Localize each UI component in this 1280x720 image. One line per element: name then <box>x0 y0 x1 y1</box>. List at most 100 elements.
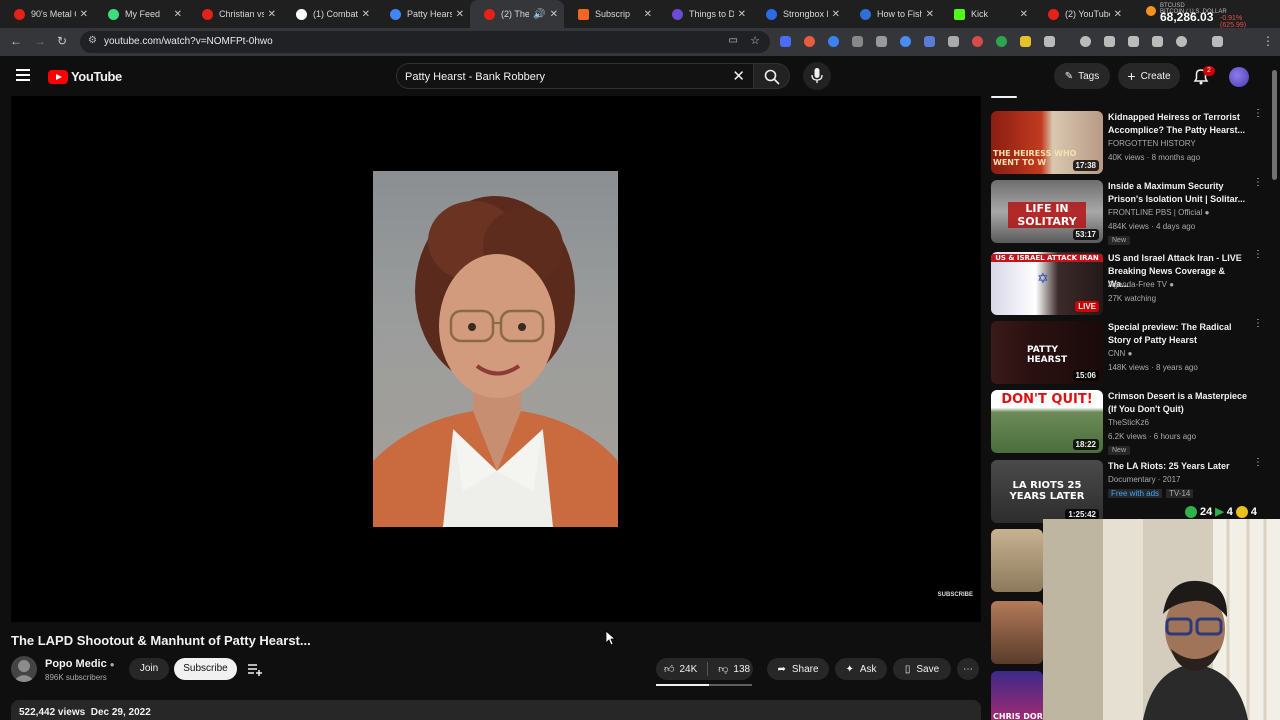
video-thumbnail[interactable]: CHRIS DOR <box>991 671 1043 720</box>
channel-name[interactable]: CNN ● <box>1108 349 1132 358</box>
recommendation-item[interactable]: THE HEIRESS WHO WENT TO W 17:38 Kidnappe… <box>991 109 1271 177</box>
url-text[interactable]: youtube.com/watch?v=NOMFPt-0hwo <box>104 36 273 47</box>
video-title[interactable]: Special preview: The Radical Story of Pa… <box>1108 321 1248 347</box>
close-tab-icon[interactable]: ✕ <box>362 9 370 20</box>
close-tab-icon[interactable]: ✕ <box>80 9 88 20</box>
share-button[interactable]: ➦ Share <box>767 658 829 680</box>
page-scrollbar-thumb[interactable] <box>1272 70 1277 180</box>
video-thumbnail[interactable]: LA RIOTS 25 YEARS LATER 1:25:42 <box>991 460 1103 523</box>
extension-icon[interactable] <box>852 36 863 47</box>
recommendation-item[interactable]: PATTY HEARST 15:06 Special preview: The … <box>991 319 1271 387</box>
search-icon[interactable] <box>1176 36 1187 47</box>
browser-tab[interactable]: My Feed ✕ <box>94 0 188 28</box>
hamburger-menu-icon[interactable] <box>16 69 30 81</box>
bookmark-star-icon[interactable]: ☆ <box>750 34 760 47</box>
browser-tab[interactable]: Things to Do ✕ <box>658 0 752 28</box>
search-query[interactable]: Patty Hearst - Bank Robbery <box>405 71 545 83</box>
browser-tab[interactable]: Patty Hearst ✕ <box>376 0 470 28</box>
browser-tab[interactable]: Kick ✕ <box>940 0 1034 28</box>
video-title[interactable]: Crimson Desert is a Masterpiece (If You … <box>1108 390 1248 416</box>
speaker-icon[interactable]: 🔊 <box>533 9 545 20</box>
dislike-button[interactable]: 👎︎ 138 <box>718 663 750 676</box>
channel-name[interactable]: FRONTLINE PBS | Official ● <box>1108 208 1209 217</box>
channel-name-text[interactable]: Popo Medic <box>45 658 107 670</box>
voice-search-button[interactable] <box>803 62 831 90</box>
extension-icon[interactable] <box>924 36 935 47</box>
more-options-icon[interactable]: ⋮ <box>1253 319 1263 329</box>
browser-tab[interactable]: Subscrip ✕ <box>564 0 658 28</box>
extension-icon[interactable] <box>948 36 959 47</box>
search-input[interactable]: Patty Hearst - Bank Robbery ✕ <box>396 63 754 89</box>
like-button[interactable]: 👍︎ 24K <box>664 663 697 676</box>
channel-avatar[interactable] <box>11 656 37 682</box>
recommendation-item[interactable]: DON'T QUIT! 18:22 Crimson Desert is a Ma… <box>991 390 1271 456</box>
close-tab-icon[interactable]: ✕ <box>1114 9 1122 20</box>
extension-icon[interactable] <box>828 36 839 47</box>
download-icon[interactable] <box>1152 36 1163 47</box>
close-tab-icon[interactable]: ✕ <box>456 9 464 20</box>
forward-icon[interactable]: → <box>34 34 46 48</box>
address-bar[interactable]: ⚙ youtube.com/watch?v=NOMFPt-0hwo ▭ ☆ <box>80 31 770 53</box>
video-description-box[interactable]: 522,442 views Dec 29, 2022 <box>11 700 981 720</box>
video-thumbnail[interactable]: THE HEIRESS WHO WENT TO W 17:38 <box>991 111 1103 174</box>
video-thumbnail[interactable]: LIFE IN SOLITARY 53:17 <box>991 180 1103 243</box>
video-thumbnail[interactable]: DON'T QUIT! 18:22 <box>991 390 1103 453</box>
close-tab-icon[interactable]: ✕ <box>1020 9 1028 20</box>
extension-icon[interactable] <box>804 36 815 47</box>
reload-icon[interactable]: ↻ <box>57 34 67 48</box>
close-tab-icon[interactable]: ✕ <box>644 9 652 20</box>
join-button[interactable]: Join <box>129 658 169 680</box>
channel-name[interactable]: Agenda-Free TV ● <box>1108 280 1174 289</box>
profile-icon[interactable] <box>1212 36 1223 47</box>
recommendation-item[interactable]: US & ISRAEL ATTACK IRAN ✡ LIVE US and Is… <box>991 250 1271 318</box>
browser-tab[interactable]: (2) YouTube ✕ <box>1034 0 1128 28</box>
search-button[interactable] <box>754 63 790 89</box>
subscribe-button[interactable]: Subscribe <box>174 658 237 680</box>
browser-tab[interactable]: How to Fish ✕ <box>846 0 940 28</box>
tags-button[interactable]: ✎ Tags <box>1054 63 1110 89</box>
extensions-puzzle-icon[interactable] <box>1044 36 1055 47</box>
site-info-icon[interactable]: ⚙ <box>88 35 97 46</box>
video-thumbnail[interactable]: US & ISRAEL ATTACK IRAN ✡ LIVE <box>991 252 1103 315</box>
browser-tab-active[interactable]: (2) The L🔊 ✕ <box>470 0 564 28</box>
more-options-icon[interactable]: ⋮ <box>1253 458 1263 468</box>
channel-name[interactable]: TheSticKz6 <box>1108 418 1149 427</box>
recommendation-item[interactable]: LIFE IN SOLITARY 53:17 Inside a Maximum … <box>991 178 1271 246</box>
add-to-playlist-icon[interactable] <box>247 661 263 677</box>
extension-icon[interactable] <box>996 36 1007 47</box>
extension-icon[interactable] <box>876 36 887 47</box>
channel-name[interactable]: Popo Medic ● <box>45 658 115 670</box>
devtools-icon[interactable] <box>1128 36 1139 47</box>
more-actions-button[interactable]: ⋯ <box>957 658 979 680</box>
youtube-logo[interactable]: YouTube <box>48 69 122 84</box>
clear-search-icon[interactable]: ✕ <box>732 67 745 85</box>
video-thumbnail[interactable]: PATTY HEARST 15:06 <box>991 321 1103 384</box>
extension-icon[interactable] <box>780 36 791 47</box>
browser-tab[interactable]: (1) Combat A ✕ <box>282 0 376 28</box>
browser-tab[interactable]: Strongbox P ✕ <box>752 0 846 28</box>
settings-icon[interactable] <box>1104 36 1115 47</box>
browser-tab[interactable]: 90's Metal Cl ✕ <box>0 0 94 28</box>
video-title[interactable]: Inside a Maximum Security Prison's Isola… <box>1108 180 1248 206</box>
browser-menu-icon[interactable]: ⋮ <box>1262 34 1274 48</box>
browser-tab[interactable]: Christian vs J ✕ <box>188 0 282 28</box>
video-title[interactable]: Kidnapped Heiress or Terrorist Accomplic… <box>1108 111 1248 137</box>
close-tab-icon[interactable]: ✕ <box>926 9 934 20</box>
history-icon[interactable] <box>1080 36 1091 47</box>
close-tab-icon[interactable]: ✕ <box>174 9 182 20</box>
close-tab-icon[interactable]: ✕ <box>268 9 276 20</box>
extension-icon[interactable] <box>1020 36 1031 47</box>
channel-name-text[interactable]: CNN <box>1108 349 1125 358</box>
back-icon[interactable]: ← <box>10 34 22 48</box>
channel-name[interactable]: FORGOTTEN HISTORY <box>1108 139 1196 148</box>
video-thumbnail[interactable] <box>991 529 1043 592</box>
more-options-icon[interactable]: ⋮ <box>1253 178 1263 188</box>
create-button[interactable]: + Create <box>1118 63 1180 89</box>
channel-name-text[interactable]: Agenda-Free TV <box>1108 280 1167 289</box>
save-button[interactable]: ▯ Save <box>893 658 951 680</box>
more-options-icon[interactable]: ⋮ <box>1253 109 1263 119</box>
account-avatar[interactable] <box>1229 67 1249 87</box>
extension-icon[interactable] <box>900 36 911 47</box>
subscribe-watermark[interactable]: SUBSCRIBE <box>938 592 973 598</box>
more-options-icon[interactable]: ⋮ <box>1253 250 1263 260</box>
